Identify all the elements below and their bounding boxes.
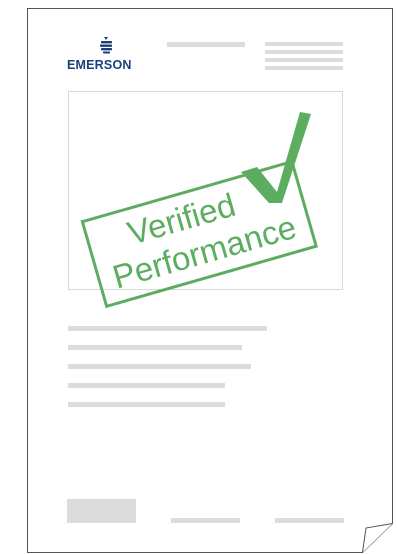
body-placeholder-line	[68, 402, 225, 407]
header-placeholder-line	[167, 42, 245, 47]
header-placeholder-line	[265, 50, 343, 54]
body-placeholder-line	[68, 364, 251, 369]
body-placeholder-line	[68, 326, 267, 331]
header-placeholder-line	[265, 42, 343, 46]
body-placeholder-line	[68, 345, 242, 350]
footer-placeholder-line	[275, 518, 344, 523]
header-placeholder-line	[265, 58, 343, 62]
header-placeholder-line	[265, 66, 343, 70]
document-page-graphic: Verified Performance	[27, 8, 393, 553]
body-placeholder-line	[68, 383, 225, 388]
document-thumbnail: Verified Performance EMERSON	[0, 0, 397, 554]
footer-placeholder-line	[171, 518, 240, 523]
brand-name: EMERSON	[67, 58, 132, 72]
footer-placeholder-block	[67, 499, 136, 523]
